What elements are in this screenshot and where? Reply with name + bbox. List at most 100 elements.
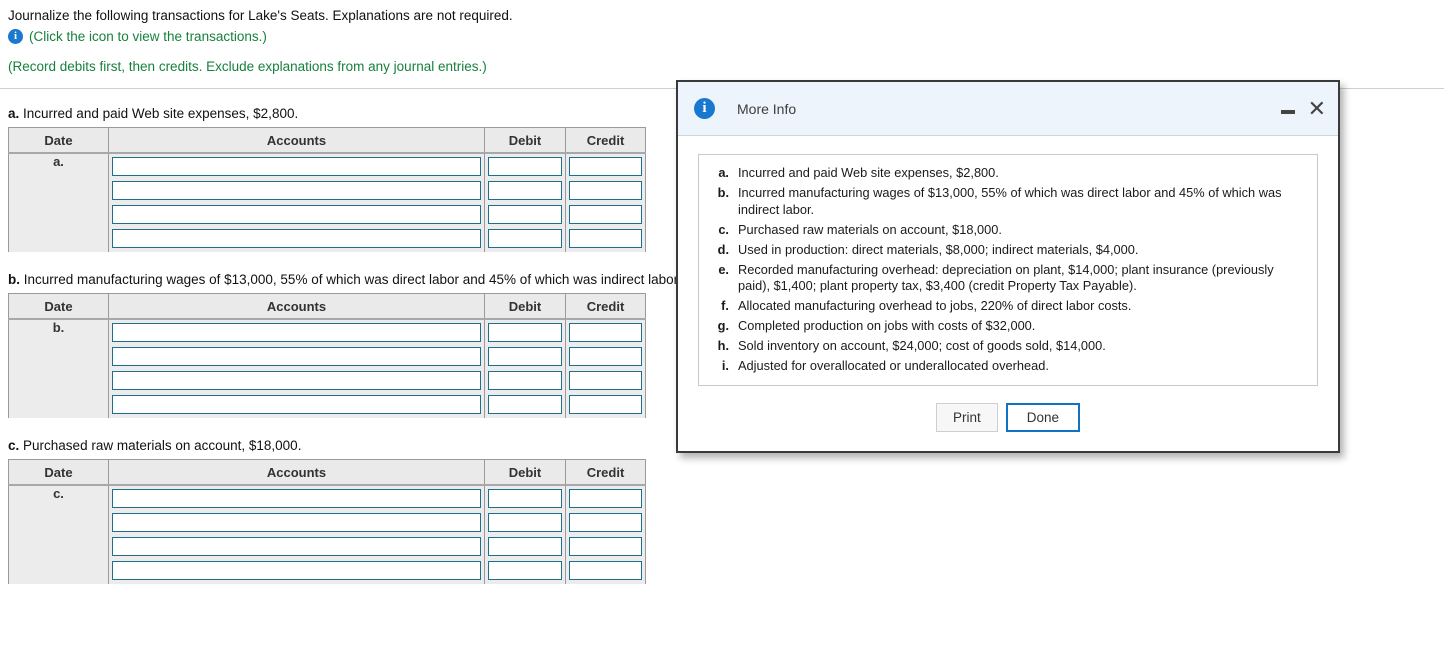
debit-input-a-4[interactable] bbox=[488, 229, 562, 248]
journal-table-b: Date Accounts Debit Credit b. bbox=[8, 293, 646, 418]
dialog-title: More Info bbox=[737, 100, 797, 117]
accounts-input-a-1[interactable] bbox=[112, 157, 481, 176]
journal-table-c: Date Accounts Debit Credit c. bbox=[8, 459, 646, 584]
more-info-dialog: i More Info ✕ a. Incurred and paid Web s… bbox=[676, 80, 1340, 453]
debit-input-a-1[interactable] bbox=[488, 157, 562, 176]
list-item: f. Allocated manufacturing overhead to j… bbox=[709, 298, 1303, 315]
list-item: e. Recorded manufacturing overhead: depr… bbox=[709, 262, 1303, 295]
debit-input-b-2[interactable] bbox=[488, 347, 562, 366]
view-transactions-label[interactable]: (Click the icon to view the transactions… bbox=[29, 29, 267, 44]
close-icon[interactable]: ✕ bbox=[1308, 97, 1326, 120]
recording-instruction: (Record debits first, then credits. Excl… bbox=[8, 59, 487, 74]
list-item: b. Incurred manufacturing wages of $13,0… bbox=[709, 185, 1303, 218]
table-row: a. bbox=[8, 153, 646, 252]
credit-input-a-3[interactable] bbox=[569, 205, 642, 224]
debit-input-c-1[interactable] bbox=[488, 489, 562, 508]
debit-input-a-2[interactable] bbox=[488, 181, 562, 200]
journal-block-c: c. Purchased raw materials on account, $… bbox=[8, 438, 646, 584]
credit-input-b-3[interactable] bbox=[569, 371, 642, 390]
column-header-accounts: Accounts bbox=[108, 127, 485, 154]
list-item-marker: c. bbox=[718, 221, 729, 237]
accounts-input-a-2[interactable] bbox=[112, 181, 481, 200]
column-header-debit: Debit bbox=[484, 127, 566, 154]
accounts-cell-a bbox=[108, 153, 485, 252]
debit-input-c-3[interactable] bbox=[488, 537, 562, 556]
column-header-credit: Credit bbox=[565, 459, 646, 486]
accounts-input-a-3[interactable] bbox=[112, 205, 481, 224]
credit-input-b-2[interactable] bbox=[569, 347, 642, 366]
accounts-input-b-3[interactable] bbox=[112, 371, 481, 390]
table-row: c. bbox=[8, 485, 646, 584]
accounts-input-b-2[interactable] bbox=[112, 347, 481, 366]
journal-caption-text-c: Purchased raw materials on account, $18,… bbox=[23, 438, 302, 453]
print-button[interactable]: Print bbox=[935, 402, 998, 432]
list-item-text: Used in production: direct materials, $8… bbox=[738, 241, 1139, 257]
column-header-date: Date bbox=[8, 293, 109, 320]
accounts-input-c-1[interactable] bbox=[112, 489, 481, 508]
journal-caption-a: a. Incurred and paid Web site expenses, … bbox=[8, 106, 646, 121]
journal-caption-b: b. Incurred manufacturing wages of $13,0… bbox=[8, 272, 681, 287]
list-item-text: Incurred manufacturing wages of $13,000,… bbox=[738, 185, 1282, 217]
list-item: h. Sold inventory on account, $24,000; c… bbox=[709, 338, 1303, 355]
journal-caption-letter-a: a. bbox=[8, 106, 20, 121]
info-icon: i bbox=[694, 98, 715, 119]
list-item-marker: a. bbox=[718, 165, 729, 180]
list-item: g. Completed production on jobs with cos… bbox=[709, 318, 1303, 335]
debit-cell-b bbox=[484, 319, 566, 418]
debit-input-c-4[interactable] bbox=[488, 561, 562, 580]
view-transactions-link[interactable]: i (Click the icon to view the transactio… bbox=[0, 24, 1444, 44]
accounts-input-b-4[interactable] bbox=[112, 395, 481, 414]
journal-block-b: b. Incurred manufacturing wages of $13,0… bbox=[8, 272, 681, 418]
list-item-text: Purchased raw materials on account, $18,… bbox=[738, 221, 1002, 237]
list-item-text: Completed production on jobs with costs … bbox=[738, 318, 1036, 333]
journal-caption-c: c. Purchased raw materials on account, $… bbox=[8, 438, 646, 453]
column-header-credit: Credit bbox=[565, 293, 646, 320]
credit-input-a-2[interactable] bbox=[569, 181, 642, 200]
column-header-debit: Debit bbox=[484, 293, 566, 320]
debit-input-b-1[interactable] bbox=[488, 323, 562, 342]
transactions-list: a. Incurred and paid Web site expenses, … bbox=[709, 165, 1303, 375]
list-item: d. Used in production: direct materials,… bbox=[709, 242, 1303, 259]
journal-caption-text-b: Incurred manufacturing wages of $13,000,… bbox=[23, 272, 682, 287]
journal-caption-letter-c: c. bbox=[8, 438, 20, 453]
list-item-text: Adjusted for overallocated or underalloc… bbox=[738, 358, 1049, 373]
accounts-input-a-4[interactable] bbox=[112, 229, 481, 248]
column-header-debit: Debit bbox=[484, 459, 566, 486]
column-header-date: Date bbox=[8, 127, 109, 154]
minimize-icon[interactable] bbox=[1280, 109, 1295, 114]
credit-input-c-3[interactable] bbox=[569, 537, 642, 556]
debit-input-b-4[interactable] bbox=[488, 395, 562, 414]
journal-header-row: Date Accounts Debit Credit bbox=[8, 293, 646, 320]
credit-input-a-4[interactable] bbox=[569, 229, 642, 248]
debit-input-c-2[interactable] bbox=[488, 513, 562, 532]
accounts-input-b-1[interactable] bbox=[112, 323, 481, 342]
dialog-titlebar: i More Info ✕ bbox=[678, 82, 1338, 136]
credit-input-c-4[interactable] bbox=[569, 561, 642, 580]
accounts-input-c-4[interactable] bbox=[112, 561, 481, 580]
credit-input-b-1[interactable] bbox=[569, 323, 642, 342]
debit-input-a-3[interactable] bbox=[488, 205, 562, 224]
list-item-marker: d. bbox=[717, 241, 729, 257]
info-icon[interactable]: i bbox=[8, 29, 23, 44]
list-item-marker: b. bbox=[717, 185, 729, 200]
journal-caption-letter-b: b. bbox=[8, 272, 20, 287]
list-item-marker: i. bbox=[721, 358, 729, 373]
journal-block-a: a. Incurred and paid Web site expenses, … bbox=[8, 106, 646, 252]
journal-caption-text-a: Incurred and paid Web site expenses, $2,… bbox=[23, 106, 299, 121]
done-button[interactable]: Done bbox=[1005, 402, 1081, 432]
credit-input-a-1[interactable] bbox=[569, 157, 642, 176]
list-item: c. Purchased raw materials on account, $… bbox=[709, 222, 1303, 239]
debit-input-b-3[interactable] bbox=[488, 371, 562, 390]
credit-cell-b bbox=[565, 319, 646, 418]
list-item-marker: f. bbox=[721, 298, 729, 313]
journal-row-label-c: c. bbox=[8, 485, 109, 584]
credit-input-c-1[interactable] bbox=[569, 489, 642, 508]
accounts-input-c-3[interactable] bbox=[112, 537, 481, 556]
credit-input-c-2[interactable] bbox=[569, 513, 642, 532]
column-header-date: Date bbox=[8, 459, 109, 486]
credit-input-b-4[interactable] bbox=[569, 395, 642, 414]
accounts-input-c-2[interactable] bbox=[112, 513, 481, 532]
column-header-credit: Credit bbox=[565, 127, 646, 154]
journal-row-label-a: a. bbox=[8, 153, 109, 252]
table-row: b. bbox=[8, 319, 646, 418]
